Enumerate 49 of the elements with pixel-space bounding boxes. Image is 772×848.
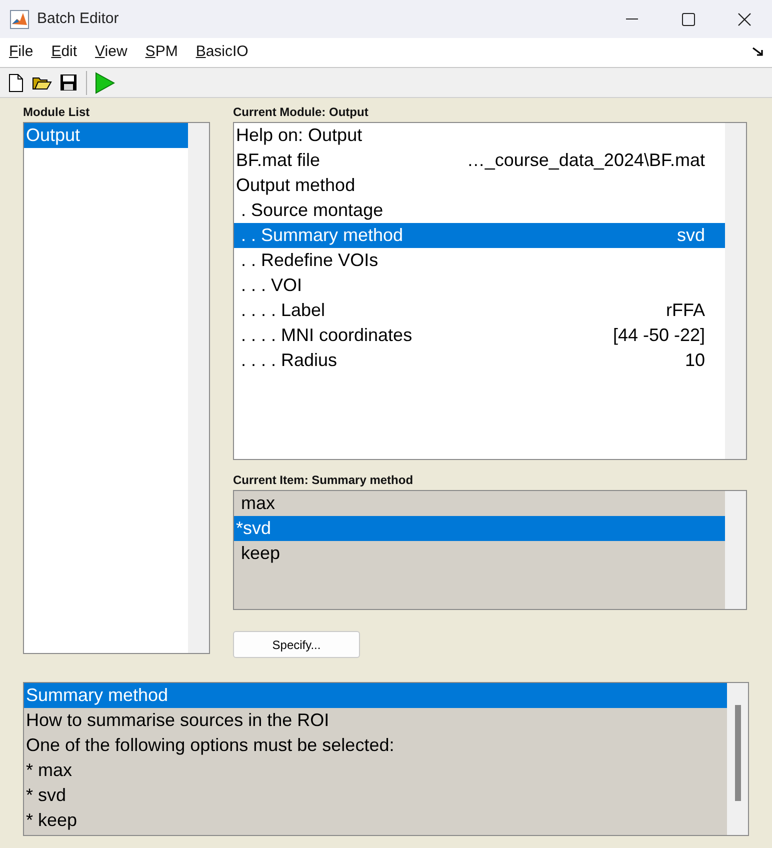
menu-item[interactable]: View	[95, 41, 136, 64]
module-field-row[interactable]: . . Summary method svd	[234, 223, 725, 248]
scrollbar[interactable]	[725, 491, 746, 609]
item-value: rFFA	[666, 299, 706, 322]
current-item-label: Current Item: Summary method	[233, 472, 414, 489]
item-value: [44 -50 -22]	[612, 324, 706, 347]
item-value: svd	[676, 224, 706, 247]
module-field-row[interactable]: . . . . MNI coordinates [44 -50 -22]	[234, 323, 725, 348]
item-label: . . . . Label	[240, 299, 326, 322]
specify-button[interactable]: Specify...	[233, 631, 360, 658]
scrollbar[interactable]	[188, 123, 209, 653]
module-item[interactable]: Output	[24, 123, 188, 148]
module-field-row[interactable]: BF.mat file …_course_data_2024\BF.mat	[234, 148, 725, 173]
help-line[interactable]: * svd	[24, 783, 727, 808]
item-value: …_course_data_2024\BF.mat	[466, 149, 706, 172]
help-line[interactable]: One of the following options must be selected:	[24, 733, 727, 758]
item-label: . . Summary method	[240, 224, 404, 247]
module-field-row[interactable]: . . . . Radius 10	[234, 348, 725, 373]
scrollbar-thumb[interactable]	[735, 705, 741, 801]
option-item[interactable]: keep	[234, 541, 725, 566]
item-label: BF.mat file	[236, 149, 320, 172]
option-item[interactable]: *svd	[234, 516, 725, 541]
module-field-row[interactable]: . . . . Label rFFA	[234, 298, 725, 323]
scrollbar[interactable]	[725, 123, 746, 459]
module-field-row[interactable]: . . Redefine VOIs	[234, 248, 725, 273]
close-icon	[738, 12, 750, 26]
item-label: . . . . MNI coordinates	[240, 324, 412, 347]
menu-item[interactable]: BasicIO	[196, 41, 256, 64]
current-module-label: Current Module: Output	[233, 104, 370, 121]
app-icon	[10, 10, 29, 28]
minimize-icon	[626, 18, 638, 20]
item-label: . . . . Radius	[240, 349, 338, 372]
option-item[interactable]: max	[234, 491, 725, 516]
menu-item[interactable]: SPM	[145, 41, 186, 64]
item-value: 10	[684, 349, 706, 372]
maximize-icon	[682, 12, 694, 26]
menu-item[interactable]: Edit	[51, 41, 86, 64]
menu-item[interactable]: File	[9, 41, 42, 64]
dock-arrow-icon[interactable]	[752, 47, 764, 58]
module-field-row[interactable]: Output method	[234, 173, 725, 198]
help-line[interactable]: * max	[24, 758, 727, 783]
module-field-row[interactable]: . Source montage	[234, 198, 725, 223]
module-list-label: Module List	[23, 104, 91, 121]
run-button[interactable]	[94, 70, 116, 94]
help-line[interactable]: How to summarise sources in the ROI	[24, 708, 727, 733]
module-field-row[interactable]: . . . VOI	[234, 273, 725, 298]
help-line[interactable]: * keep	[24, 808, 727, 833]
module-field-row[interactable]: Help on: Output	[234, 123, 725, 148]
window-title: Batch Editor	[37, 8, 119, 29]
